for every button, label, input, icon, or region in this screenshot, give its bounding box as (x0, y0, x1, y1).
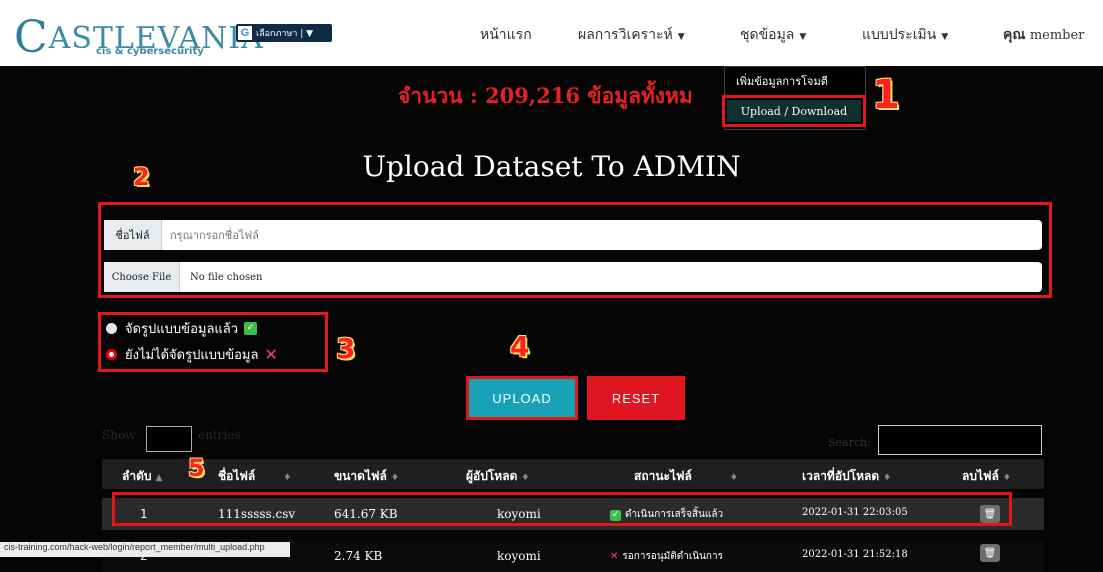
search-input[interactable] (878, 425, 1042, 455)
nav-user[interactable]: คุณ member (1003, 24, 1084, 46)
col-header-status[interactable]: สถานะไฟล์ ♦ (634, 467, 738, 486)
filename-label: ชื่อไฟล์ (104, 220, 162, 250)
show-label: Show (102, 428, 136, 442)
delete-trash-icon[interactable]: 🗑 (980, 544, 1000, 562)
nav-home[interactable]: หน้าแรก (480, 24, 532, 46)
record-count: จำนวน : 209,216 ข้อมูลทั้งหม (398, 83, 693, 108)
marker-5: 5 (188, 454, 205, 482)
cell-size: 2.74 KB (334, 549, 383, 563)
castlevania-logo[interactable]: CASTLEVANIA cis & cybersecurity (14, 8, 263, 63)
sort-icon: ♦ (729, 473, 738, 483)
nav-dataset[interactable]: ชุดข้อมูล ▼ (740, 24, 806, 46)
marker-4: 4 (510, 330, 530, 363)
chevron-down-icon: ▼ (677, 32, 685, 42)
page-title: Upload Dataset To ADMIN (362, 150, 741, 183)
col-header-no[interactable]: ลำดับ ▲ (122, 467, 162, 486)
marker-3: 3 (336, 332, 356, 365)
cross-icon: ✕ (264, 345, 278, 364)
filename-field: ชื่อไฟล์ กรุณากรอกชื่อไฟล์ (104, 220, 1042, 250)
menu-item-add-attack[interactable]: เพิ่มข้อมูลการโจมตี (736, 72, 828, 90)
chevron-down-icon: ▼ (799, 32, 807, 42)
radio-dot[interactable] (106, 323, 117, 334)
logo-subtitle: cis & cybersecurity (96, 46, 204, 57)
cell-uploader: koyomi (497, 549, 541, 563)
upload-button[interactable]: UPLOAD (466, 376, 578, 420)
radio-not-formatted[interactable]: ยังไม่ได้จัดรูปแบบข้อมูล ✕ (106, 344, 282, 365)
entries-label: entries (198, 428, 241, 442)
nav-assessment[interactable]: แบบประเมิน ▼ (862, 24, 948, 46)
table-header: ลำดับ ▲ ชื่อไฟล์ ♦ ขนาดไฟล์ ♦ ผู้อัปโหลด ♦ ส… (102, 459, 1044, 489)
radio-dot-selected[interactable] (106, 349, 117, 360)
sort-asc-icon: ▲ (155, 473, 163, 483)
sort-icon: ♦ (521, 473, 530, 483)
google-translate-icon: G (238, 26, 252, 40)
nav-analysis[interactable]: ผลการวิเคราะห์ ▼ (578, 24, 685, 46)
choose-file-button[interactable]: Choose File (104, 262, 180, 292)
file-picker: Choose File No file chosen (104, 262, 1042, 292)
radio-formatted[interactable]: จัดรูปแบบข้อมูลแล้ว ✓ (106, 318, 261, 339)
filename-input[interactable]: กรุณากรอกชื่อไฟล์ (170, 226, 259, 244)
sort-icon: ♦ (283, 473, 292, 483)
marker-1: 1 (872, 72, 900, 118)
col-header-size[interactable]: ขนาดไฟล์ ♦ (334, 467, 399, 486)
sort-icon: ♦ (883, 473, 892, 483)
cell-time: 2022-01-31 21:52:18 (802, 549, 908, 560)
reset-button[interactable]: RESET (587, 376, 685, 420)
sort-icon: ♦ (1002, 473, 1011, 483)
col-header-filename[interactable]: ชื่อไฟล์ ♦ (218, 467, 291, 486)
check-icon: ✓ (244, 322, 258, 335)
highlight-box-5 (112, 492, 1012, 526)
highlight-box-1 (722, 95, 866, 127)
col-header-uploader[interactable]: ผู้อัปโหลด ♦ (466, 467, 529, 486)
no-file-text: No file chosen (190, 271, 263, 283)
entries-select[interactable] (146, 426, 192, 452)
top-navbar: CASTLEVANIA cis & cybersecurity G เลือกภ… (0, 0, 1103, 66)
col-header-delete[interactable]: ลบไฟล์ ♦ (962, 467, 1011, 486)
marker-2: 2 (133, 163, 150, 191)
col-header-time[interactable]: เวลาที่อัปโหลด ♦ (802, 467, 891, 486)
language-selector[interactable]: G เลือกภาษา | ▼ (236, 24, 332, 42)
language-label: เลือกภาษา | ▼ (256, 29, 314, 39)
search-label: Search: (828, 436, 871, 449)
chevron-down-icon: ▼ (941, 32, 949, 42)
browser-status-url: cis-training.com/hack-web/login/report_m… (0, 542, 290, 557)
sort-icon: ♦ (390, 473, 399, 483)
